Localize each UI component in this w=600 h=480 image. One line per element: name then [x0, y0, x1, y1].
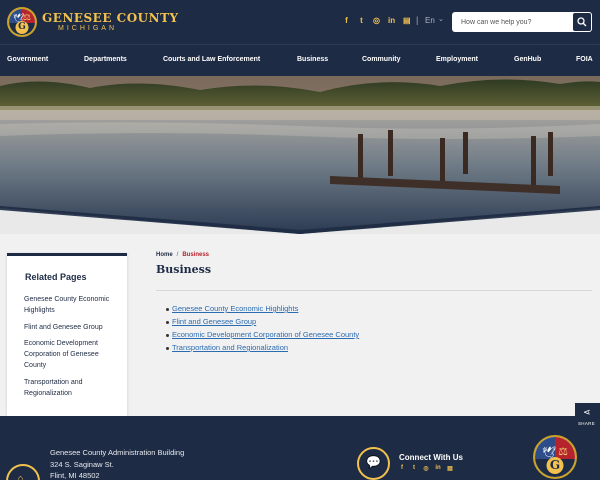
- county-seal-footer: 🕊 ⚖ G: [533, 435, 577, 479]
- breadcrumb: Home / Business: [156, 252, 209, 258]
- chevron-down-icon[interactable]: ⌄: [438, 15, 444, 23]
- linkedin-icon[interactable]: in: [388, 15, 395, 27]
- site-footer: ⌂ Genesee County Administration Building…: [0, 416, 600, 480]
- business-links-list: Genesee County Economic Highlights Flint…: [166, 304, 359, 356]
- list-item: Transportation and Regionalization: [166, 343, 359, 356]
- linkedin-icon[interactable]: in: [435, 465, 441, 472]
- nav-departments[interactable]: Departments: [84, 56, 127, 63]
- facebook-icon[interactable]: f: [343, 15, 350, 27]
- breadcrumb-separator: /: [176, 252, 179, 258]
- nav-business[interactable]: Business: [297, 56, 328, 63]
- main-nav: Government Departments Courts and Law En…: [0, 44, 600, 76]
- language-selector[interactable]: En: [425, 16, 435, 25]
- nav-foia[interactable]: FOIA: [576, 56, 593, 63]
- connect-title: Connect With Us: [399, 453, 463, 462]
- twitter-icon[interactable]: t: [358, 15, 365, 27]
- footer-social-links: f t ◎ in ▤: [399, 465, 453, 472]
- nav-government[interactable]: Government: [7, 56, 48, 63]
- header-divider: |: [416, 15, 419, 25]
- link-economic-development[interactable]: Economic Development Corporation of Gene…: [172, 330, 359, 339]
- sidebar-link-economic-development[interactable]: Economic Development Corporation of Gene…: [24, 338, 119, 371]
- header-social-links: f t ◎ in ▤: [343, 15, 410, 27]
- related-pages-title: Related Pages: [25, 272, 87, 282]
- breadcrumb-current: Business: [182, 252, 210, 258]
- share-icon: ⋖: [583, 407, 591, 417]
- logo-title[interactable]: GENESEE COUNTY: [42, 11, 179, 25]
- address-building: Genesee County Administration Building: [50, 448, 185, 457]
- list-item: Economic Development Corporation of Gene…: [166, 330, 359, 343]
- nav-community[interactable]: Community: [362, 56, 401, 63]
- link-flint-genesee-group[interactable]: Flint and Genesee Group: [172, 317, 256, 326]
- instagram-icon[interactable]: ◎: [423, 465, 429, 472]
- logo-subtitle: MICHIGAN: [58, 25, 117, 32]
- facebook-icon[interactable]: f: [399, 465, 405, 472]
- list-item: Genesee County Economic Highlights: [166, 304, 359, 317]
- address-street: 324 S. Saginaw St.: [50, 460, 114, 469]
- instagram-icon[interactable]: ◎: [373, 15, 380, 27]
- building-icon: ⌂: [6, 464, 40, 480]
- sidebar-link-economic-highlights[interactable]: Genesee County Economic Highlights: [24, 294, 119, 316]
- content-divider: [156, 290, 592, 291]
- sidebar-link-flint-genesee-group[interactable]: Flint and Genesee Group: [24, 322, 119, 333]
- breadcrumb-home[interactable]: Home: [156, 252, 173, 258]
- g-emblem: G: [546, 457, 564, 474]
- link-transportation[interactable]: Transportation and Regionalization: [172, 343, 288, 352]
- twitter-icon[interactable]: t: [411, 465, 417, 472]
- search-icon: [577, 17, 587, 27]
- sidebar-link-transportation[interactable]: Transportation and Regionalization: [24, 377, 119, 399]
- page-title: Business: [156, 263, 212, 276]
- scales-icon: ⚖: [558, 446, 568, 458]
- g-emblem: G: [15, 21, 29, 34]
- news-icon[interactable]: ▤: [447, 465, 453, 472]
- nav-courts[interactable]: Courts and Law Enforcement: [163, 56, 260, 63]
- list-item: Flint and Genesee Group: [166, 317, 359, 330]
- related-pages-sidebar: Related Pages Genesee County Economic Hi…: [7, 253, 127, 416]
- chat-icon: 💬: [357, 447, 390, 480]
- share-button[interactable]: ⋖ SHARE: [575, 403, 600, 429]
- hero-banner-image: [0, 76, 600, 234]
- news-icon[interactable]: ▤: [403, 15, 411, 27]
- search-input[interactable]: [452, 12, 570, 32]
- link-economic-highlights[interactable]: Genesee County Economic Highlights: [172, 304, 298, 313]
- county-seal-logo[interactable]: 🕊 ⚖ G: [7, 7, 37, 37]
- nav-employment[interactable]: Employment: [436, 56, 478, 63]
- nav-genhub[interactable]: GenHub: [514, 56, 541, 63]
- share-label: SHARE: [578, 421, 596, 426]
- site-header: 🕊 ⚖ G GENESEE COUNTY MICHIGAN f t ◎ in ▤…: [0, 0, 600, 44]
- search-box: [452, 12, 592, 32]
- address-city: Flint, MI 48502: [50, 471, 100, 480]
- search-button[interactable]: [573, 13, 591, 31]
